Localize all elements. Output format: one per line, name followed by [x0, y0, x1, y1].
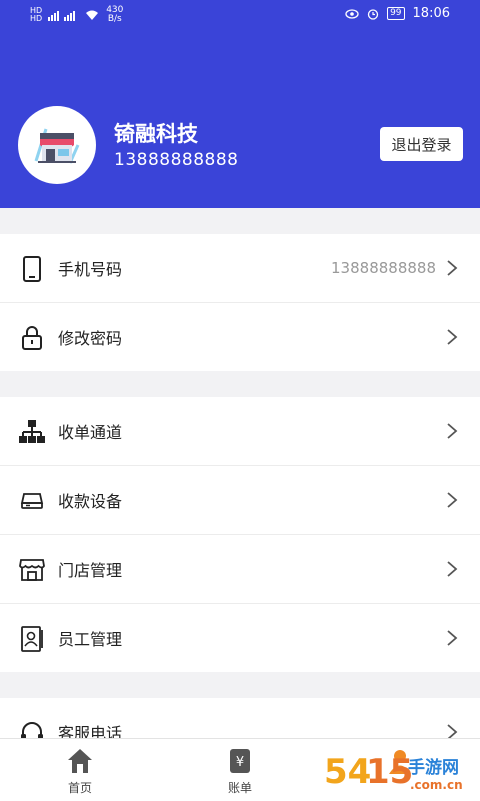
- svg-text:15: 15: [366, 752, 413, 792]
- device-icon: [19, 488, 45, 514]
- signal-icon: [48, 11, 76, 21]
- bill-icon: ¥: [230, 749, 250, 773]
- menu-item-label: 门店管理: [58, 561, 123, 580]
- menu-item-staff[interactable]: 员工管理: [0, 604, 480, 672]
- wifi-icon: [86, 10, 99, 20]
- store-icon: [19, 557, 45, 583]
- tab-bills[interactable]: ¥ 账单: [160, 739, 320, 801]
- watermark-logo: 54 15 手游网 .com.cn: [324, 752, 463, 792]
- lock-icon: [19, 325, 45, 351]
- eye-icon: [345, 8, 359, 19]
- headset-icon: [19, 720, 45, 738]
- menu-item-channel[interactable]: 收单通道: [0, 397, 480, 466]
- phone-icon: [19, 256, 45, 282]
- svg-text:54: 54: [324, 752, 371, 792]
- menu-item-label: 员工管理: [58, 630, 123, 649]
- store-phone: 13888888888: [114, 150, 239, 170]
- chevron-right-icon: [447, 260, 458, 276]
- menu-item-password[interactable]: 修改密码: [0, 303, 480, 371]
- tab-label: 首页: [67, 781, 92, 795]
- menu-item-label: 收款设备: [58, 492, 123, 511]
- home-icon: [68, 749, 92, 773]
- svg-text:手游网: 手游网: [408, 757, 459, 778]
- bottom-tab-bar: 首页 ¥ 账单 54 15 手游网 .com.cn: [0, 738, 480, 801]
- battery-indicator: 99: [387, 7, 405, 20]
- store-name: 锜融科技: [114, 122, 198, 146]
- business-section: 收单通道 收款设备 门店管理 员工管理: [0, 397, 480, 672]
- clock: 18:06: [412, 6, 450, 21]
- svg-text:.com.cn: .com.cn: [410, 778, 463, 792]
- network-icon: [19, 419, 45, 445]
- chevron-right-icon: [447, 561, 458, 577]
- chevron-right-icon: [447, 724, 458, 738]
- menu-item-hotline[interactable]: 客服电话: [0, 698, 480, 738]
- sim-indicator: HD HD: [30, 6, 43, 23]
- support-section: 客服电话: [0, 698, 480, 738]
- chevron-right-icon: [447, 329, 458, 345]
- menu-item-label: 手机号码: [58, 260, 123, 279]
- account-section: 手机号码 13888888888 修改密码: [0, 234, 480, 371]
- menu-item-phone[interactable]: 手机号码 13888888888: [0, 234, 480, 303]
- store-avatar-icon: [34, 128, 80, 164]
- status-bar: HD HD 430 B/s 99 18:06: [0, 0, 480, 30]
- logout-button[interactable]: 退出登录: [380, 127, 463, 161]
- menu-item-label: 修改密码: [58, 329, 123, 348]
- menu-item-device[interactable]: 收款设备: [0, 466, 480, 535]
- chevron-right-icon: [447, 423, 458, 439]
- tab-label: 账单: [227, 781, 252, 795]
- chevron-right-icon: [447, 630, 458, 646]
- network-speed: 430 B/s: [106, 5, 124, 24]
- avatar[interactable]: [18, 106, 96, 184]
- svg-text:¥: ¥: [236, 755, 244, 770]
- menu-item-store[interactable]: 门店管理: [0, 535, 480, 604]
- chevron-right-icon: [447, 492, 458, 508]
- menu-item-value: 13888888888: [331, 259, 436, 277]
- menu-item-label: 客服电话: [58, 724, 123, 738]
- alarm-icon: [367, 8, 379, 20]
- staff-icon: [19, 626, 45, 652]
- tab-home[interactable]: 首页: [0, 739, 160, 801]
- menu-item-label: 收单通道: [58, 423, 123, 442]
- profile-header: HD HD 430 B/s 99 18:06 锜融科技 13888888888 …: [0, 0, 480, 208]
